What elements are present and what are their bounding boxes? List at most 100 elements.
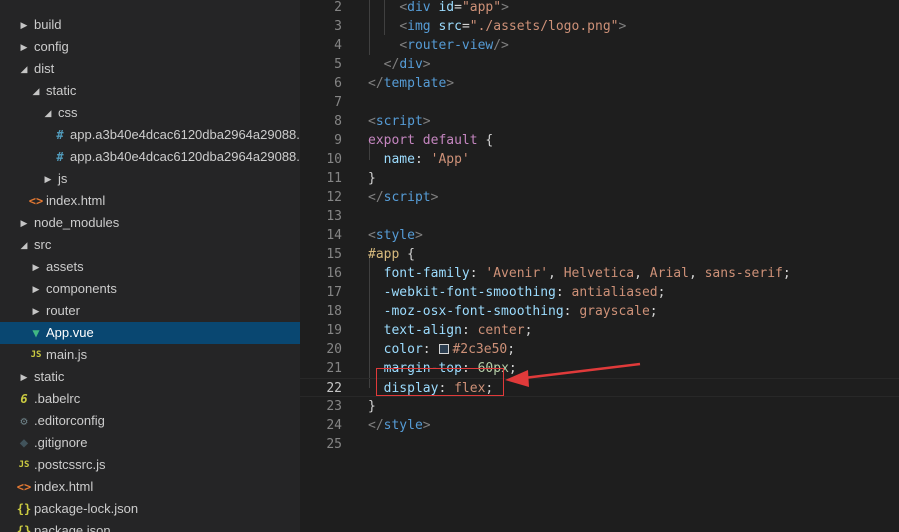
code-token: default bbox=[422, 133, 478, 148]
chevron-down-icon[interactable]: ◢ bbox=[30, 80, 42, 102]
code-line[interactable]: 11} bbox=[300, 169, 899, 188]
chevron-right-icon[interactable]: ▶ bbox=[18, 212, 30, 234]
tree-file[interactable]: # app.a3b40e4dcac6120dba2964a29088... bbox=[0, 146, 300, 168]
tree-folder[interactable]: ▶ js bbox=[0, 168, 300, 190]
code-token: text-align bbox=[383, 323, 462, 338]
chevron-down-icon[interactable]: ◢ bbox=[18, 234, 30, 256]
tree-folder[interactable]: ▶ assets bbox=[0, 256, 300, 278]
code-editor[interactable]: 2 <div id="app"> 3 <img src="./assets/log… bbox=[300, 0, 899, 532]
tree-folder[interactable]: ◢ css bbox=[0, 102, 300, 124]
code-line[interactable]: 17 -webkit-font-smoothing: antialiased; bbox=[300, 283, 899, 302]
code-token: ; bbox=[782, 266, 791, 281]
chevron-right-icon[interactable]: ▶ bbox=[30, 256, 42, 278]
code-line[interactable]: 16 font-family: 'Avenir', Helvetica, Ari… bbox=[300, 264, 899, 283]
code-line[interactable]: 2 <div id="app"> bbox=[300, 0, 899, 17]
chevron-down-icon[interactable]: ◢ bbox=[42, 102, 54, 124]
line-number: 11 bbox=[326, 171, 342, 186]
code-line[interactable]: 15 #app { bbox=[300, 245, 899, 264]
chevron-right-icon[interactable]: ▶ bbox=[18, 36, 30, 58]
tree-file[interactable]: ▼ App.vue bbox=[0, 322, 300, 344]
code-text: text-align: center; bbox=[368, 321, 533, 340]
code-line[interactable]: 23} bbox=[300, 397, 899, 416]
tree-file[interactable]: 6 .babelrc bbox=[0, 388, 300, 410]
tree-folder[interactable]: ▶ static bbox=[0, 366, 300, 388]
tree-folder[interactable]: ▶ build bbox=[0, 14, 300, 36]
code-token: Arial bbox=[649, 266, 689, 281]
tree-file[interactable]: {} package.json bbox=[0, 520, 300, 532]
code-line[interactable]: 8 <script> bbox=[300, 112, 899, 131]
code-line[interactable]: 13 bbox=[300, 207, 899, 226]
tree-item-label: App.vue bbox=[46, 325, 94, 340]
color-swatch-icon[interactable] bbox=[439, 344, 450, 354]
code-token: = bbox=[454, 0, 462, 15]
code-line[interactable]: 18 -moz-osx-font-smoothing: grayscale; bbox=[300, 302, 899, 321]
code-line[interactable]: 5 </div> bbox=[300, 55, 899, 74]
code-line[interactable]: 10 name: 'App' bbox=[300, 150, 899, 169]
code-token: , bbox=[688, 266, 705, 281]
tree-file[interactable]: {} package-lock.json bbox=[0, 498, 300, 520]
code-token: antialiased bbox=[571, 285, 658, 300]
code-text: export default { bbox=[368, 131, 493, 150]
explorer-project-header[interactable]: VUE-DEMOS bbox=[0, 0, 300, 8]
chevron-right-icon[interactable]: ▶ bbox=[42, 168, 54, 190]
tree-folder[interactable]: ◢ src bbox=[0, 234, 300, 256]
code-token: : bbox=[461, 323, 478, 338]
chevron-down-icon[interactable]: ◢ bbox=[18, 58, 30, 80]
tree-file[interactable]: ⚙ .editorconfig bbox=[0, 410, 300, 432]
code-text: <script> bbox=[368, 112, 431, 131]
tree-file[interactable]: <> index.html bbox=[0, 476, 300, 498]
code-text: color: #2c3e50; bbox=[368, 340, 515, 359]
code-token: : bbox=[422, 342, 439, 357]
tree-folder[interactable]: ◢ static bbox=[0, 80, 300, 102]
tree-file[interactable]: <> index.html bbox=[0, 190, 300, 212]
code-token: router-view bbox=[407, 38, 494, 53]
tree-file[interactable]: JS .postcssrc.js bbox=[0, 454, 300, 476]
code-token: , bbox=[548, 266, 564, 281]
code-token: : bbox=[555, 285, 572, 300]
code-line[interactable]: 7 bbox=[300, 93, 899, 112]
tree-item-label: static bbox=[46, 83, 77, 98]
gear-icon: ⚙ bbox=[20, 414, 28, 428]
code-line[interactable]: 24 </style> bbox=[300, 416, 899, 435]
code-line[interactable]: 9 export default { bbox=[300, 131, 899, 150]
chevron-right-icon[interactable]: ▶ bbox=[30, 300, 42, 322]
tree-folder[interactable]: ▶ router bbox=[0, 300, 300, 322]
code-line[interactable]: 12 </script> bbox=[300, 188, 899, 207]
code-line[interactable]: 3 <img src="./assets/logo.png"> bbox=[300, 17, 899, 36]
code-text: name: 'App' bbox=[368, 150, 470, 169]
code-token: ; bbox=[507, 342, 516, 357]
code-line[interactable]: 19 text-align: center; bbox=[300, 321, 899, 340]
code-line[interactable]: 4 <router-view/> bbox=[300, 36, 899, 55]
git-icon: ◆ bbox=[19, 435, 29, 451]
code-line[interactable]: 14 <style> bbox=[300, 226, 899, 245]
tree-file[interactable]: ◆ .gitignore bbox=[0, 432, 300, 454]
code-token: </ bbox=[383, 57, 400, 72]
code-token: div bbox=[399, 57, 423, 72]
code-token: ; bbox=[657, 285, 666, 300]
tree-folder[interactable]: ◢ dist bbox=[0, 58, 300, 80]
tree-folder[interactable]: ▶ node_modules bbox=[0, 212, 300, 234]
tree-folder[interactable]: ▶ components bbox=[0, 278, 300, 300]
code-line[interactable]: 20 color: #2c3e50; bbox=[300, 340, 899, 359]
code-token: src bbox=[430, 19, 462, 34]
chevron-right-icon[interactable]: ▶ bbox=[18, 14, 30, 36]
tree-file[interactable]: # app.a3b40e4dcac6120dba2964a29088... bbox=[0, 124, 300, 146]
code-text: </script> bbox=[368, 188, 438, 207]
code-token: > bbox=[430, 190, 439, 205]
code-token: > bbox=[422, 114, 431, 129]
tree-file[interactable]: JS main.js bbox=[0, 344, 300, 366]
chevron-right-icon[interactable]: ▶ bbox=[18, 366, 30, 388]
tree-item-label: app.a3b40e4dcac6120dba2964a29088... bbox=[70, 127, 300, 142]
chevron-right-icon[interactable]: ▶ bbox=[30, 278, 42, 300]
line-number: 13 bbox=[326, 209, 342, 224]
line-number: 6 bbox=[334, 76, 342, 91]
code-token: sans-serif bbox=[704, 266, 783, 281]
tree-item-label: build bbox=[34, 17, 62, 32]
code-line[interactable]: 6 </template> bbox=[300, 74, 899, 93]
tree-folder[interactable]: ▶ config bbox=[0, 36, 300, 58]
code-line[interactable]: 25 bbox=[300, 435, 899, 454]
